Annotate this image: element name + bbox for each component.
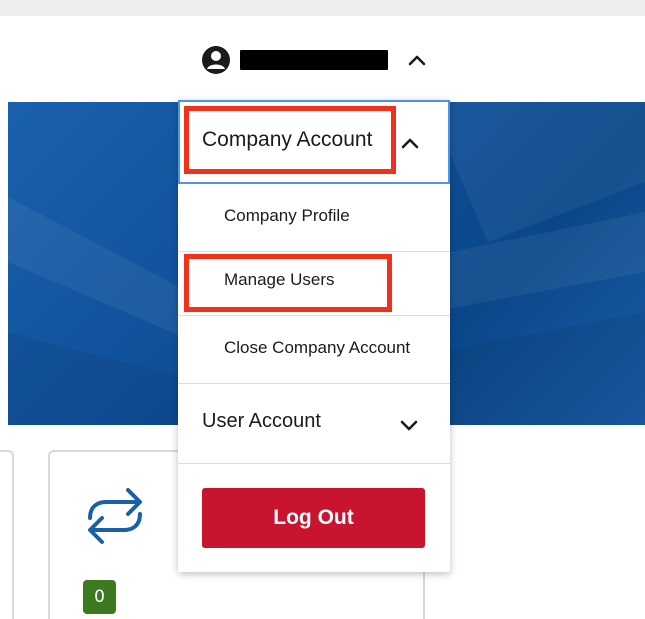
chevron-up-icon — [397, 128, 423, 158]
company-account-toggle[interactable]: Company Account — [178, 100, 450, 184]
chevron-up-icon — [402, 45, 432, 75]
user-menu-toggle[interactable] — [200, 40, 432, 80]
menu-item-label: Manage Users — [224, 270, 335, 289]
menu-item-close-company-account[interactable]: Close Company Account — [178, 316, 450, 384]
top-bar — [0, 0, 645, 16]
menu-item-company-profile[interactable]: Company Profile — [178, 184, 450, 252]
menu-item-label: Close Company Account — [224, 338, 411, 357]
menu-item-manage-users[interactable]: Manage Users — [178, 248, 450, 316]
page: 0 Company Account Company Profile Manage… — [0, 0, 645, 619]
user-account-toggle[interactable]: User Account — [178, 384, 450, 464]
count-badge: 0 — [83, 580, 116, 614]
log-out-button[interactable]: Log Out — [202, 488, 425, 548]
user-circle-icon — [200, 44, 232, 76]
chevron-down-icon — [396, 410, 422, 440]
dashboard-card-partial — [0, 450, 14, 619]
account-dropdown-menu: Company Account Company Profile Manage U… — [178, 100, 450, 572]
redacted-username — [240, 50, 388, 70]
swap-arrows-icon — [80, 484, 150, 548]
company-account-label: Company Account — [202, 128, 373, 151]
menu-item-label: Company Profile — [224, 206, 350, 225]
user-account-label: User Account — [202, 410, 321, 432]
